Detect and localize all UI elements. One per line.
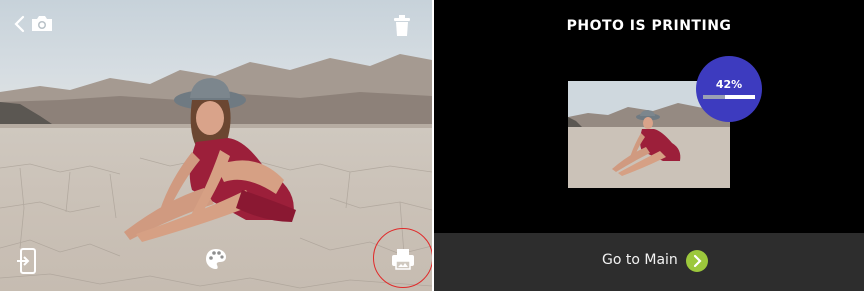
go-to-main-button[interactable]: Go to Main: [434, 233, 864, 291]
photo-subject: [124, 78, 296, 242]
phone-import-icon[interactable]: [16, 248, 38, 274]
trash-icon[interactable]: [392, 14, 412, 38]
print-progress-bar-fill: [703, 95, 725, 99]
print-button-highlight-circle: [373, 228, 432, 288]
camera-icon[interactable]: [30, 13, 54, 33]
print-progress-badge: 42%: [696, 56, 762, 122]
print-progress-percent: 42%: [715, 78, 743, 91]
chevron-left-icon[interactable]: [12, 14, 26, 34]
print-progress-bar: [703, 95, 755, 99]
palette-icon[interactable]: [204, 247, 228, 271]
printing-status-panel: PHOTO IS PRINTING 42% Go to Main: [434, 0, 864, 291]
photo-view-panel: [0, 0, 432, 291]
chevron-right-icon: [686, 250, 708, 272]
go-to-main-label: Go to Main: [602, 252, 678, 268]
printing-title: PHOTO IS PRINTING: [566, 18, 732, 34]
